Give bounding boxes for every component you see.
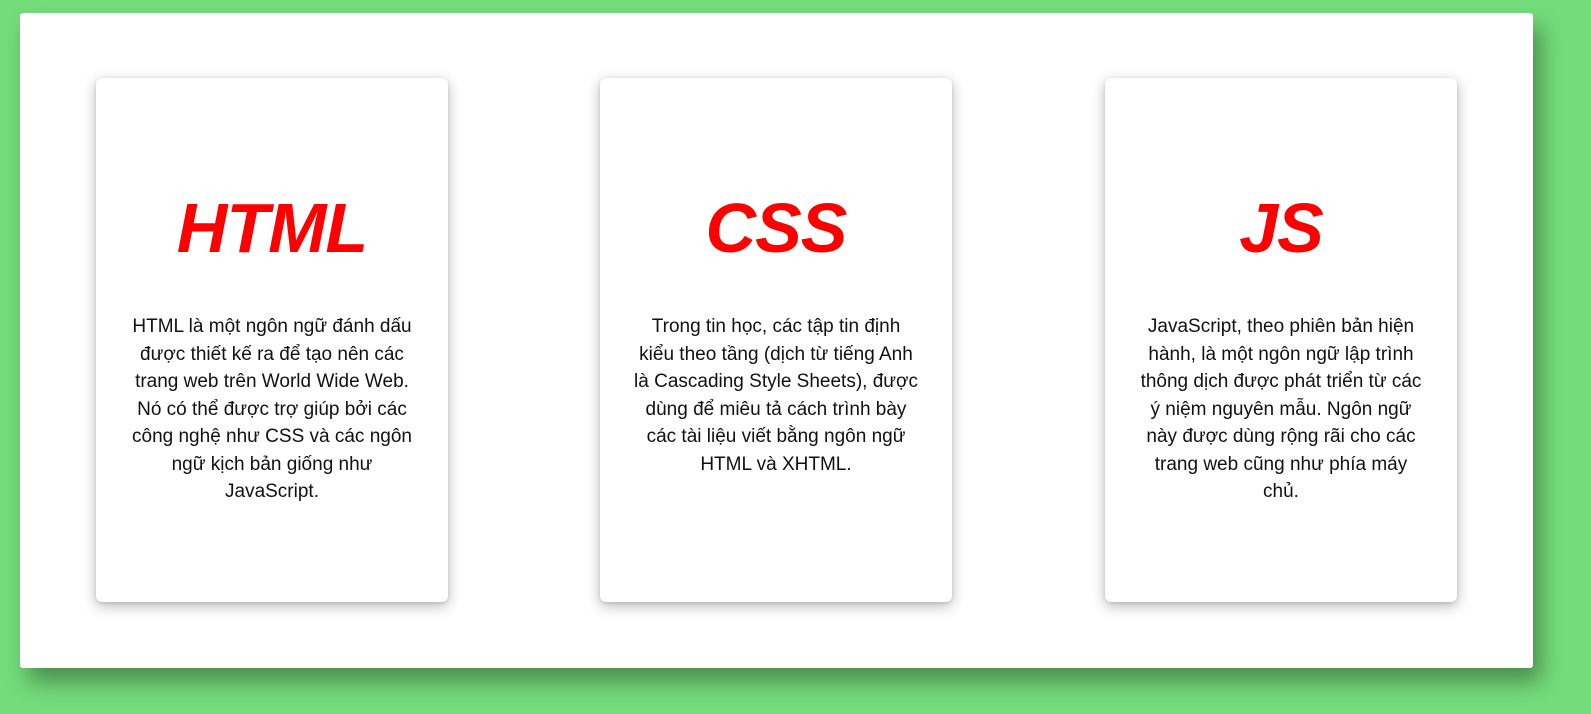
card-description-js: JavaScript, theo phiên bản hiện hành, là…	[1140, 316, 1422, 502]
card-js: JS JavaScript, theo phiên bản hiện hành,…	[1105, 78, 1457, 602]
card-title-js: JS	[1239, 189, 1324, 267]
content-panel: HTML HTML là một ngôn ngữ đánh dấu được …	[20, 13, 1533, 668]
card-title-html: HTML	[176, 189, 368, 267]
card-description-html: HTML là một ngôn ngữ đánh dấu được thiết…	[132, 316, 412, 502]
card-title-css: CSS	[705, 189, 848, 267]
card-html: HTML HTML là một ngôn ngữ đánh dấu được …	[96, 78, 448, 602]
card-css: CSS Trong tin học, các tập tin định kiểu…	[600, 78, 952, 602]
card-description-css: Trong tin học, các tập tin định kiểu the…	[634, 316, 918, 475]
